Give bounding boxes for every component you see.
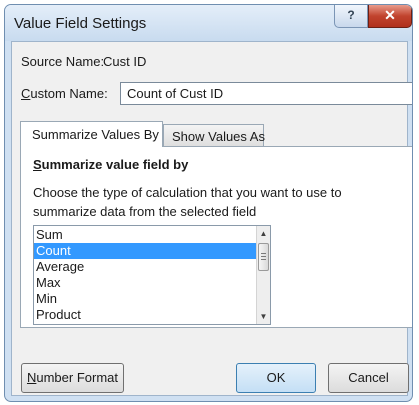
thumb-grip-line (261, 253, 266, 254)
thumb-grip-line (261, 256, 266, 257)
list-item-max[interactable]: Max (34, 275, 258, 291)
calculation-type-listbox[interactable]: Sum Count Average Max Min Product ▲ ▼ (33, 225, 271, 325)
ok-button[interactable]: OK (236, 363, 316, 393)
calculation-options: Sum Count Average Max Min Product (34, 227, 258, 323)
tab-panel-summarize: Summarize value field by Choose the type… (20, 146, 412, 328)
number-format-button[interactable]: Number Format (21, 363, 124, 393)
list-item-product[interactable]: Product (34, 307, 258, 323)
help-icon: ? (347, 8, 355, 22)
list-scrollbar[interactable]: ▲ ▼ (256, 226, 270, 324)
close-icon: ✕ (384, 7, 396, 23)
custom-name-label-text: ustom Name: (30, 86, 108, 101)
section-heading-accelerator: S (33, 157, 42, 172)
list-item-min[interactable]: Min (34, 291, 258, 307)
custom-name-label: Custom Name: (21, 86, 108, 101)
custom-name-accelerator: C (21, 86, 31, 101)
calculation-description: Choose the type of calculation that you … (33, 185, 342, 219)
tab-show-values-as[interactable]: Show Values As (163, 124, 265, 148)
section-heading-text: ummarize value field by (41, 157, 189, 172)
scroll-thumb[interactable] (258, 243, 269, 271)
dialog-body: Source Name: Cust ID Custom Name: Count … (11, 41, 412, 396)
source-name-value: Cust ID (103, 54, 147, 69)
value-field-settings-dialog: Value Field Settings ? ✕ Source Name: Cu… (4, 4, 413, 402)
close-button[interactable]: ✕ (368, 5, 412, 28)
scroll-up-arrow-icon[interactable]: ▲ (257, 226, 270, 241)
title-bar[interactable]: Value Field Settings ? ✕ (5, 5, 412, 41)
number-format-label: umber Format (36, 370, 119, 385)
list-item-count[interactable]: Count (34, 243, 258, 259)
scroll-down-arrow-icon[interactable]: ▼ (257, 309, 270, 324)
list-item-average[interactable]: Average (34, 259, 258, 275)
list-item-sum[interactable]: Sum (34, 227, 258, 243)
dialog-title: Value Field Settings (14, 15, 147, 32)
source-name-label: Source Name: (21, 54, 105, 69)
section-heading: Summarize value field by (33, 157, 188, 172)
number-format-accelerator: N (26, 370, 37, 385)
custom-name-input[interactable]: Count of Cust ID (120, 82, 412, 105)
tab-summarize-values-by[interactable]: Summarize Values By (20, 121, 163, 147)
help-button[interactable]: ? (334, 5, 368, 28)
thumb-grip-line (261, 259, 266, 260)
cancel-button[interactable]: Cancel (328, 363, 409, 393)
